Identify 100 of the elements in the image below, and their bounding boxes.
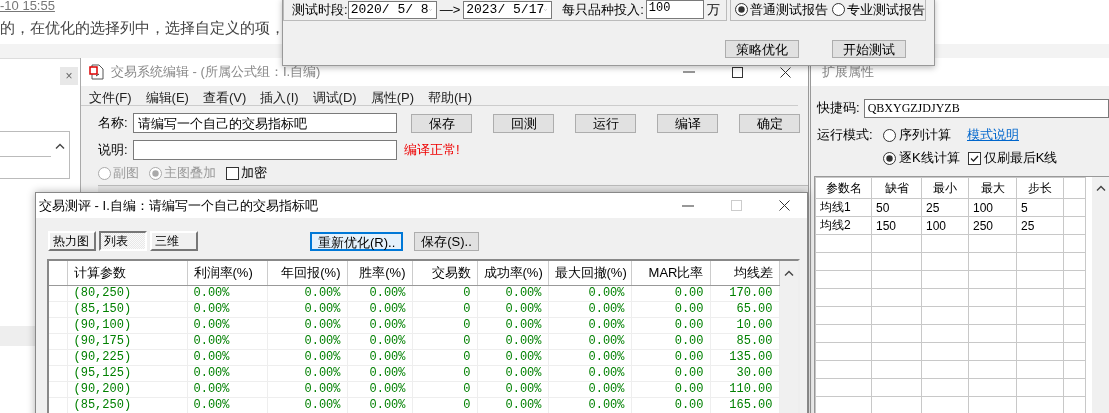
input-field[interactable]: 100	[645, 0, 704, 19]
label: 运行模式:	[817, 126, 874, 144]
column-header: 均线差	[710, 261, 779, 285]
checkbox-option[interactable]: 仅刷最后K线	[967, 149, 1058, 167]
table-cell: (90,200)	[67, 381, 187, 397]
article-text: 的，在优化的选择列中，选择自定义的项，	[0, 19, 285, 38]
close-icon[interactable]	[780, 66, 791, 78]
table-cell: 0.00%	[347, 317, 412, 333]
table-cell: 0.00%	[548, 285, 631, 301]
close-icon[interactable]	[779, 200, 790, 211]
column-header: MAR比率	[631, 261, 710, 285]
table-cell: 0.00	[631, 333, 710, 349]
menu-item[interactable]: 编辑(E)	[145, 89, 189, 105]
link-text[interactable]: -10 15:55	[0, 0, 55, 13]
description-field[interactable]	[133, 140, 397, 160]
toolbar-button[interactable]: 编译	[657, 113, 718, 133]
table-cell: 0	[412, 285, 477, 301]
toolbar-button[interactable]: 保存	[411, 113, 472, 133]
table-cell: 0.00%	[548, 349, 631, 365]
table-cell: 0.00	[631, 397, 710, 413]
minimize-icon[interactable]	[682, 204, 694, 207]
arrow-text: —>	[439, 2, 461, 17]
column-header: 交易数	[412, 261, 477, 285]
radio-option[interactable]: 逐K线计算	[883, 149, 960, 167]
table-cell: 0.00%	[187, 365, 267, 381]
radio-option[interactable]: 普通测试报告	[735, 0, 828, 19]
table-cell: 170.00	[710, 285, 779, 301]
menu-item[interactable]: 调试(D)	[312, 89, 357, 105]
table-cell: 0.00%	[477, 317, 548, 333]
radio-icon[interactable]	[883, 128, 896, 142]
table-cell: 0.00%	[477, 285, 548, 301]
table-cell: (95,125)	[67, 365, 187, 381]
menu-item[interactable]: 帮助(H)	[427, 89, 472, 105]
table-cell: 0.00	[631, 285, 710, 301]
menu-item[interactable]: 查看(V)	[202, 89, 247, 105]
radio-option[interactable]: 序列计算	[883, 126, 951, 144]
view-tab[interactable]: 热力图	[48, 231, 96, 251]
toolbar-button[interactable]: 确定	[739, 113, 800, 133]
radio-icon[interactable]	[832, 3, 845, 16]
table-cell: 250	[968, 216, 1017, 235]
table-cell: 150	[871, 216, 922, 235]
table-cell: 165.00	[710, 397, 779, 413]
table-cell: 100	[968, 198, 1017, 217]
toolbar-button[interactable]: 运行	[575, 113, 636, 133]
table-cell: (80,250)	[67, 285, 187, 301]
table-cell: 25	[921, 198, 969, 217]
view-tab[interactable]: 列表	[99, 231, 147, 251]
column-header: 步长	[1016, 177, 1064, 199]
action-button[interactable]: 重新优化(R)..	[310, 231, 404, 251]
column-header: 最大	[968, 177, 1017, 199]
dialog-button[interactable]: 开始测试	[832, 40, 906, 58]
date-dropdown[interactable]: 2023/ 5/17	[463, 0, 553, 19]
radio-icon[interactable]	[883, 151, 896, 165]
table-cell: 0.00%	[267, 349, 347, 365]
dialog-button[interactable]: 策略优化	[725, 40, 799, 58]
action-button[interactable]: 保存(S)..	[414, 231, 479, 251]
date-dropdown[interactable]: 2020/ 5/ 8	[347, 0, 437, 19]
radio-icon[interactable]	[735, 3, 748, 16]
column-header: 计算参数	[67, 261, 187, 285]
column-header: 缺省	[871, 177, 922, 199]
label: 名称:	[98, 114, 129, 132]
toolbar-button[interactable]: 回测	[493, 113, 554, 133]
table-cell: 0.00%	[548, 381, 631, 397]
table-cell: 0.00%	[347, 397, 412, 413]
table-cell: 85.00	[710, 333, 779, 349]
view-tab[interactable]: 三维	[150, 231, 198, 251]
shortcut-field[interactable]: QBXYGZJDJYZB	[863, 98, 1109, 118]
table-cell: 30.00	[710, 365, 779, 381]
table-cell: 均线1	[815, 198, 872, 217]
menu-item[interactable]: 插入(I)	[260, 89, 299, 105]
radio-option[interactable]: 专业测试报告	[832, 0, 925, 19]
close-button[interactable]: ×	[60, 67, 78, 85]
table-cell: 0.00%	[347, 301, 412, 317]
table-cell: 0.00%	[347, 349, 412, 365]
table-cell: 0.00%	[267, 333, 347, 349]
window-title: 交易测评 - I.自编：请编写一个自己的交易指标吧	[39, 196, 318, 215]
table-cell: 0.00%	[187, 285, 267, 301]
label: 快捷码:	[817, 99, 860, 117]
checkbox-icon[interactable]	[226, 166, 239, 180]
checkbox-icon[interactable]	[967, 151, 981, 165]
maximize-icon[interactable]	[732, 66, 743, 78]
checkbox-option[interactable]: 加密	[226, 164, 267, 182]
table-cell: 0.00%	[477, 301, 548, 317]
table-cell: 0.00%	[347, 381, 412, 397]
table-cell: 0.00%	[477, 365, 548, 381]
table-cell: (90,175)	[67, 333, 187, 349]
table-cell: (90,100)	[67, 317, 187, 333]
table-cell: 0.00%	[477, 333, 548, 349]
table-cell: 0.00%	[187, 317, 267, 333]
panel-title: 扩展属性	[822, 63, 874, 81]
table-cell: 100	[921, 216, 969, 235]
menu-item[interactable]: 文件(F)	[89, 89, 132, 105]
label: 说明:	[98, 141, 129, 159]
column-header: 参数名	[815, 177, 872, 199]
table-cell: (85,250)	[67, 397, 187, 413]
help-link[interactable]: 模式说明	[967, 126, 1019, 144]
menu-item[interactable]: 属性(P)	[370, 89, 414, 105]
name-field[interactable]: 请编写一个自己的交易指标吧	[133, 113, 397, 133]
column-header: 成功率(%)	[477, 261, 548, 285]
table-cell: 0.00%	[477, 349, 548, 365]
